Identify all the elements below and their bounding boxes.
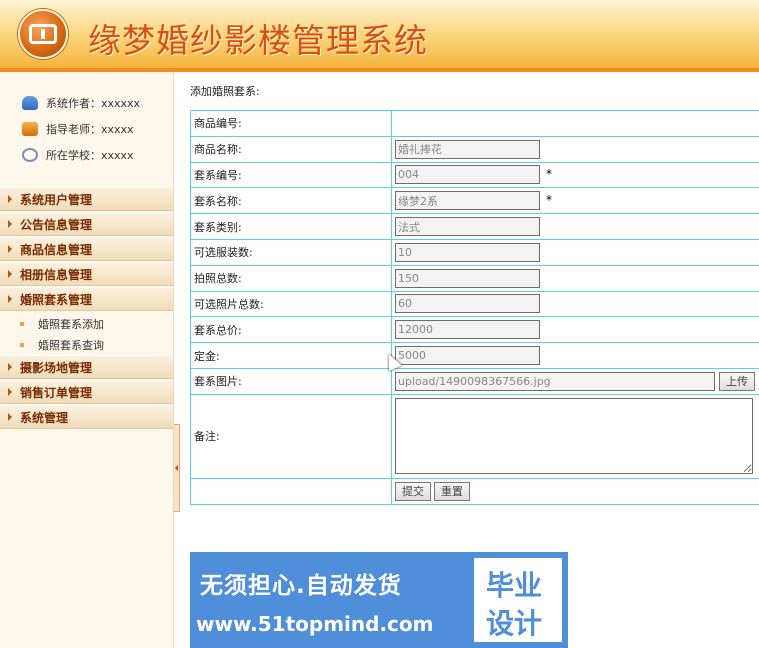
form-row: 套系名称: * bbox=[190, 187, 759, 215]
selectable-photo-input[interactable] bbox=[395, 294, 540, 314]
field-label: 可选服装数: bbox=[190, 238, 392, 266]
teacher-text: 指导老师：xxxxx bbox=[46, 123, 134, 136]
menu-system[interactable]: 系统管理 bbox=[0, 405, 173, 429]
bullet-icon bbox=[20, 322, 24, 326]
caret-right-icon bbox=[8, 295, 12, 303]
photo-total-input[interactable] bbox=[395, 268, 540, 288]
field-label: 商品编号: bbox=[190, 110, 392, 137]
package-image-input[interactable] bbox=[395, 371, 715, 391]
caret-right-icon bbox=[8, 388, 12, 396]
field-cell: * bbox=[391, 161, 759, 189]
menu-orders[interactable]: 销售订单管理 bbox=[0, 380, 173, 404]
school-icon bbox=[22, 148, 38, 162]
ad-banner[interactable]: 无须担心.自动发货 www.51topmind.com 毕业 设计 bbox=[190, 552, 568, 648]
ad-url: www.51topmind.com bbox=[196, 612, 434, 636]
package-id-input[interactable] bbox=[395, 165, 540, 185]
menu-notices[interactable]: 公告信息管理 bbox=[0, 212, 173, 236]
form-row: 套系图片: 上传 bbox=[190, 367, 759, 395]
ad-badge-text-bottom: 设计 bbox=[486, 607, 543, 640]
menu-albums[interactable]: 相册信息管理 bbox=[0, 262, 173, 286]
field-label: 套系名称: bbox=[190, 187, 392, 215]
menu-wedding-packages[interactable]: 婚照套系管理 bbox=[0, 287, 173, 311]
main-content: 添加婚照套系: 商品编号: 商品名称: 套系编号: * 套系名称: * 套系类别… bbox=[182, 72, 759, 648]
form-row: 套系类别: bbox=[190, 213, 759, 240]
form-row: 拍照总数: bbox=[190, 264, 759, 292]
menu-system-users[interactable]: 系统用户管理 bbox=[0, 187, 173, 211]
caret-right-icon bbox=[8, 270, 12, 278]
sidebar-collapse-handle[interactable] bbox=[174, 424, 180, 512]
form-row: 套系编号: * bbox=[190, 161, 759, 189]
double-square-logo-icon bbox=[18, 9, 68, 59]
author-info: 系统作者：xxxxxx bbox=[22, 94, 140, 112]
field-label: 定金: bbox=[190, 342, 392, 369]
empty-cell bbox=[190, 477, 392, 505]
package-category-input[interactable] bbox=[395, 217, 540, 237]
field-cell bbox=[391, 290, 759, 318]
total-price-input[interactable] bbox=[395, 320, 540, 340]
form-row: 商品编号: bbox=[190, 110, 759, 137]
form-row: 可选服装数: bbox=[190, 238, 759, 266]
ad-slogan: 无须担心.自动发货 bbox=[200, 573, 402, 599]
field-label: 拍照总数: bbox=[190, 264, 392, 292]
package-name-input[interactable] bbox=[395, 191, 540, 211]
school-text: 所在学校：xxxxx bbox=[46, 149, 134, 162]
submenu-package-add[interactable]: 婚照套系添加 bbox=[20, 315, 104, 333]
field-cell bbox=[391, 238, 759, 266]
ad-badge-text-top: 毕业 bbox=[486, 569, 543, 602]
teacher-info: 指导老师：xxxxx bbox=[22, 120, 134, 138]
people-icon bbox=[22, 96, 38, 110]
submit-button[interactable]: 提交 bbox=[395, 481, 431, 501]
caret-right-icon bbox=[8, 195, 12, 203]
form-row: 商品名称: bbox=[190, 135, 759, 163]
form-actions-row: 提交 重置 bbox=[190, 477, 759, 505]
product-name-input[interactable] bbox=[395, 139, 540, 159]
caret-right-icon bbox=[8, 245, 12, 253]
field-label: 套系类别: bbox=[190, 213, 392, 240]
caret-right-icon bbox=[8, 220, 12, 228]
menu-venues[interactable]: 摄影场地管理 bbox=[0, 355, 173, 379]
teacher-icon bbox=[22, 122, 38, 136]
package-form: 商品编号: 商品名称: 套系编号: * 套系名称: * 套系类别: 可选服装数:… bbox=[190, 110, 759, 505]
form-row: 可选照片总数: bbox=[190, 290, 759, 318]
field-label: 可选照片总数: bbox=[190, 290, 392, 318]
caret-right-icon bbox=[8, 413, 12, 421]
field-cell: 上传 bbox=[391, 367, 759, 395]
field-label: 套系编号: bbox=[190, 161, 392, 189]
upload-button[interactable]: 上传 bbox=[719, 371, 755, 391]
field-cell bbox=[391, 110, 759, 137]
sidebar: 系统作者：xxxxxx 指导老师：xxxxx 所在学校：xxxxx 系统用户管理… bbox=[0, 72, 174, 648]
bullet-icon bbox=[20, 343, 24, 347]
field-cell bbox=[391, 213, 759, 240]
form-row: 定金: bbox=[190, 342, 759, 369]
field-label: 套系图片: bbox=[190, 367, 392, 395]
field-cell bbox=[391, 135, 759, 163]
form-row: 备注: bbox=[190, 393, 759, 479]
deposit-input[interactable] bbox=[395, 346, 540, 366]
field-label: 备注: bbox=[190, 393, 392, 479]
required-mark: * bbox=[546, 166, 552, 181]
form-title: 添加婚照套系: bbox=[190, 85, 260, 98]
required-mark: * bbox=[546, 192, 552, 207]
field-cell bbox=[391, 393, 759, 479]
field-label: 套系总价: bbox=[190, 316, 392, 344]
menu-products[interactable]: 商品信息管理 bbox=[0, 237, 173, 261]
remark-textarea[interactable] bbox=[395, 398, 753, 475]
ad-badge: 毕业 设计 bbox=[474, 558, 562, 642]
caret-right-icon bbox=[8, 363, 12, 371]
app-header: 缘梦婚纱影楼管理系统 bbox=[0, 0, 759, 72]
field-cell bbox=[391, 264, 759, 292]
field-cell bbox=[391, 316, 759, 344]
actions-cell: 提交 重置 bbox=[391, 477, 759, 505]
submenu-package-query[interactable]: 婚照套系查询 bbox=[20, 336, 104, 354]
reset-button[interactable]: 重置 bbox=[434, 481, 470, 501]
school-info: 所在学校：xxxxx bbox=[22, 146, 134, 164]
form-row: 套系总价: bbox=[190, 316, 759, 344]
field-cell bbox=[391, 342, 759, 369]
costume-count-input[interactable] bbox=[395, 242, 540, 262]
field-label: 商品名称: bbox=[190, 135, 392, 163]
app-title: 缘梦婚纱影楼管理系统 bbox=[88, 21, 428, 60]
field-cell: * bbox=[391, 187, 759, 215]
author-text: 系统作者：xxxxxx bbox=[46, 97, 141, 110]
